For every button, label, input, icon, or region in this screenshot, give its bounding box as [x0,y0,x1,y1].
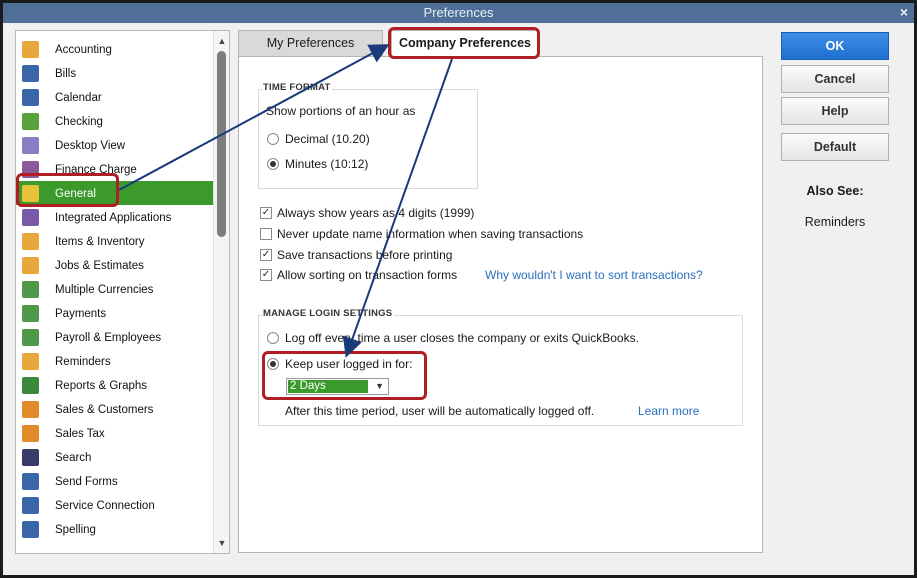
arrow-to-keep-logged-in [342,58,453,358]
annotation-arrows [118,44,453,358]
arrow-to-company-tab [118,44,390,191]
